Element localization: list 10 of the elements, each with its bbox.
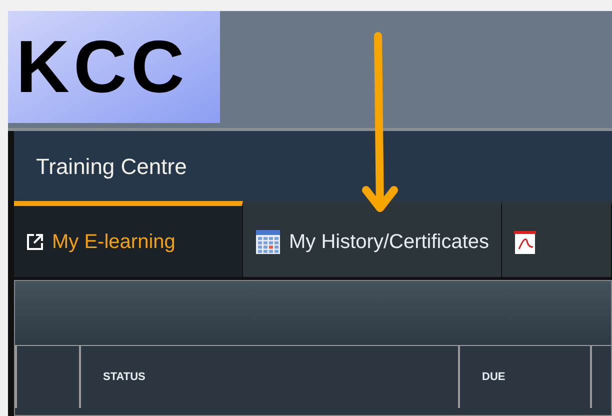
external-link-icon xyxy=(26,232,44,250)
column-header: STATUS xyxy=(79,346,458,408)
calendar-icon xyxy=(255,228,281,254)
page-title: Training Centre xyxy=(36,152,187,181)
column-header: DUE xyxy=(458,346,590,408)
tab[interactable] xyxy=(502,201,612,277)
tab[interactable]: My E-learning xyxy=(14,201,243,277)
logo: KCC xyxy=(8,11,220,123)
tab[interactable]: My History/Certificates xyxy=(243,201,502,277)
pdf-icon xyxy=(514,228,536,254)
